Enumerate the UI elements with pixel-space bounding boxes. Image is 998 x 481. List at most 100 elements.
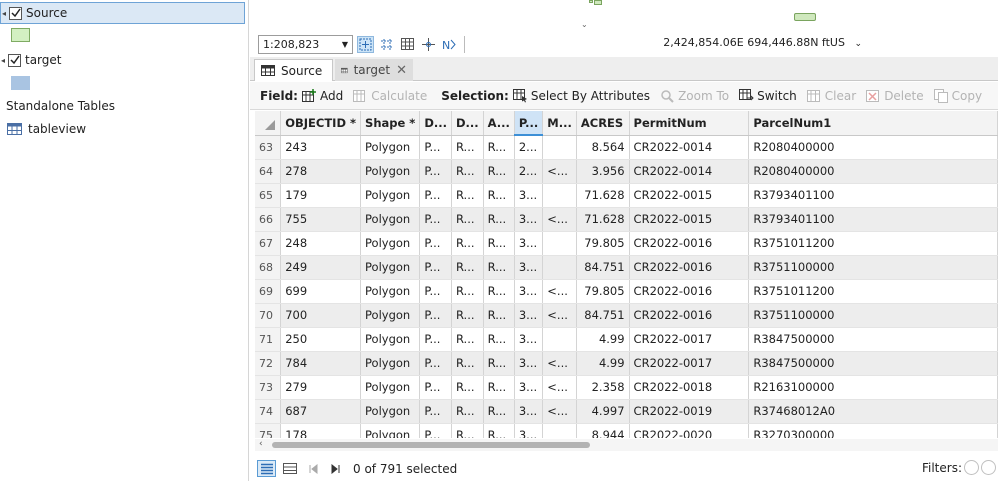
row-number[interactable]: 72 — [255, 351, 282, 376]
table-cell[interactable]: R... — [451, 327, 484, 352]
table-cell[interactable]: P... — [419, 255, 452, 280]
delete-button[interactable]: Delete — [866, 89, 924, 103]
table-cell[interactable]: R... — [483, 135, 515, 160]
table-cell[interactable]: CR2022-0016 — [629, 303, 750, 328]
table-cell[interactable]: R3847500000 — [748, 351, 998, 376]
scale-dropdown[interactable]: 1:208,823 ▼ — [258, 34, 353, 54]
layer-row-target[interactable]: ◂ target — [0, 49, 62, 71]
table-cell[interactable] — [542, 135, 577, 160]
table-cell[interactable]: Polygon — [360, 423, 421, 438]
expand-icon[interactable]: ◂ — [0, 56, 6, 65]
table-cell[interactable]: 3.956 — [576, 159, 630, 184]
table-cell[interactable]: 8.564 — [576, 135, 630, 160]
last-record-button[interactable] — [326, 460, 345, 477]
table-cell[interactable]: 784 — [280, 351, 362, 376]
extent-filter-icon[interactable] — [964, 460, 979, 475]
row-number[interactable]: 74 — [255, 399, 282, 424]
table-cell[interactable]: <... — [542, 399, 577, 424]
table-cell[interactable]: P... — [419, 303, 452, 328]
table-cell[interactable]: 8.944 — [576, 423, 630, 438]
column-header[interactable]: ACRES — [576, 111, 630, 136]
layer-visibility-checkbox-source[interactable] — [9, 6, 22, 20]
table-cell[interactable]: 249 — [280, 255, 362, 280]
table-cell[interactable]: Polygon — [360, 375, 421, 400]
table-cell[interactable]: Polygon — [360, 207, 421, 232]
clear-selection-button[interactable]: Clear — [806, 89, 856, 103]
table-cell[interactable]: P... — [419, 207, 452, 232]
table-cell[interactable]: 3... — [514, 255, 544, 280]
table-cell[interactable]: R3270300000 — [748, 423, 998, 438]
table-cell[interactable] — [542, 327, 577, 352]
table-cell[interactable]: CR2022-0020 — [629, 423, 750, 438]
table-cell[interactable]: R... — [483, 423, 515, 438]
table-cell[interactable]: R... — [483, 231, 515, 256]
table-cell[interactable]: Polygon — [360, 327, 421, 352]
table-cell[interactable]: 2... — [514, 159, 544, 184]
table-cell[interactable]: 3... — [514, 423, 544, 438]
chevron-down-icon[interactable]: ⌄ — [854, 39, 862, 49]
table-cell[interactable]: CR2022-0015 — [629, 183, 750, 208]
table-cell[interactable]: 687 — [280, 399, 362, 424]
row-number[interactable]: 68 — [255, 255, 282, 280]
table-cell[interactable]: 755 — [280, 207, 362, 232]
table-cell[interactable]: R3751011200 — [748, 231, 998, 256]
table-cell[interactable]: 71.628 — [576, 207, 630, 232]
expand-icon[interactable]: ◂ — [1, 9, 7, 18]
table-cell[interactable]: P... — [419, 399, 452, 424]
layer-symbol-swatch[interactable] — [11, 28, 30, 42]
row-number[interactable]: 70 — [255, 303, 282, 328]
table-cell[interactable]: R... — [483, 351, 515, 376]
calculate-field-button[interactable]: Calculate — [353, 89, 427, 103]
column-header[interactable]: P... — [514, 111, 544, 136]
table-cell[interactable]: R... — [483, 207, 515, 232]
table-cell[interactable]: R2080400000 — [748, 135, 998, 160]
table-row[interactable]: 72 784 Polygon P... R... R... 3... <... 4.99 CR20… — [255, 351, 998, 376]
show-selected-records-button[interactable] — [280, 460, 299, 477]
attribute-table[interactable]: OBJECTID * Shape * D... D... A... P... M… — [255, 111, 998, 438]
table-cell[interactable]: 79.805 — [576, 231, 630, 256]
table-cell[interactable]: 3... — [514, 327, 544, 352]
row-number[interactable]: 66 — [255, 207, 282, 232]
north-arrow-icon[interactable]: N — [441, 36, 458, 53]
table-row[interactable]: 69 699 Polygon P... R... R... 3... <... 79.805 CR… — [255, 279, 998, 304]
table-cell[interactable]: R... — [451, 207, 484, 232]
table-cell[interactable]: 248 — [280, 231, 362, 256]
layer-symbol-swatch[interactable] — [11, 76, 30, 90]
table-cell[interactable]: P... — [419, 327, 452, 352]
table-cell[interactable]: R... — [451, 423, 484, 438]
table-cell[interactable]: 84.751 — [576, 255, 630, 280]
row-number[interactable]: 67 — [255, 231, 282, 256]
row-number[interactable]: 63 — [255, 135, 282, 160]
table-cell[interactable]: R3793401100 — [748, 207, 998, 232]
table-cell[interactable]: CR2022-0014 — [629, 159, 750, 184]
table-cell[interactable]: 84.751 — [576, 303, 630, 328]
scrollbar-thumb[interactable] — [272, 442, 590, 448]
add-field-button[interactable]: Add — [301, 88, 343, 103]
column-header[interactable]: D... — [419, 111, 452, 136]
table-cell[interactable]: R... — [483, 279, 515, 304]
table-cell[interactable]: R... — [451, 159, 484, 184]
table-cell[interactable]: 243 — [280, 135, 362, 160]
table-cell[interactable]: Polygon — [360, 135, 421, 160]
coordinate-readout[interactable]: 2,424,854.06E 694,446.88N ftUS ⌄ — [663, 36, 862, 49]
table-cell[interactable]: <... — [542, 351, 577, 376]
table-cell[interactable]: <... — [542, 207, 577, 232]
table-cell[interactable]: 178 — [280, 423, 362, 438]
table-cell[interactable]: 699 — [280, 279, 362, 304]
column-header[interactable]: ParcelNum1 — [748, 111, 998, 136]
table-row[interactable]: 74 687 Polygon P... R... R... 3... <... 4.997 CR2… — [255, 399, 998, 424]
row-number[interactable]: 75 — [255, 423, 282, 438]
table-cell[interactable]: CR2022-0019 — [629, 399, 750, 424]
table-cell[interactable]: P... — [419, 231, 452, 256]
table-cell[interactable]: 3... — [514, 183, 544, 208]
column-header[interactable]: Shape * — [360, 111, 421, 136]
column-header[interactable]: A... — [483, 111, 515, 136]
layer-row-source[interactable]: ◂ Source — [0, 2, 245, 24]
table-cell[interactable]: <... — [542, 375, 577, 400]
zoom-to-button[interactable]: Zoom To — [660, 89, 729, 103]
table-cell[interactable]: 3... — [514, 303, 544, 328]
table-cell[interactable]: R... — [483, 375, 515, 400]
table-cell[interactable]: R... — [451, 279, 484, 304]
table-cell[interactable]: 4.99 — [576, 327, 630, 352]
row-number[interactable]: 73 — [255, 375, 282, 400]
